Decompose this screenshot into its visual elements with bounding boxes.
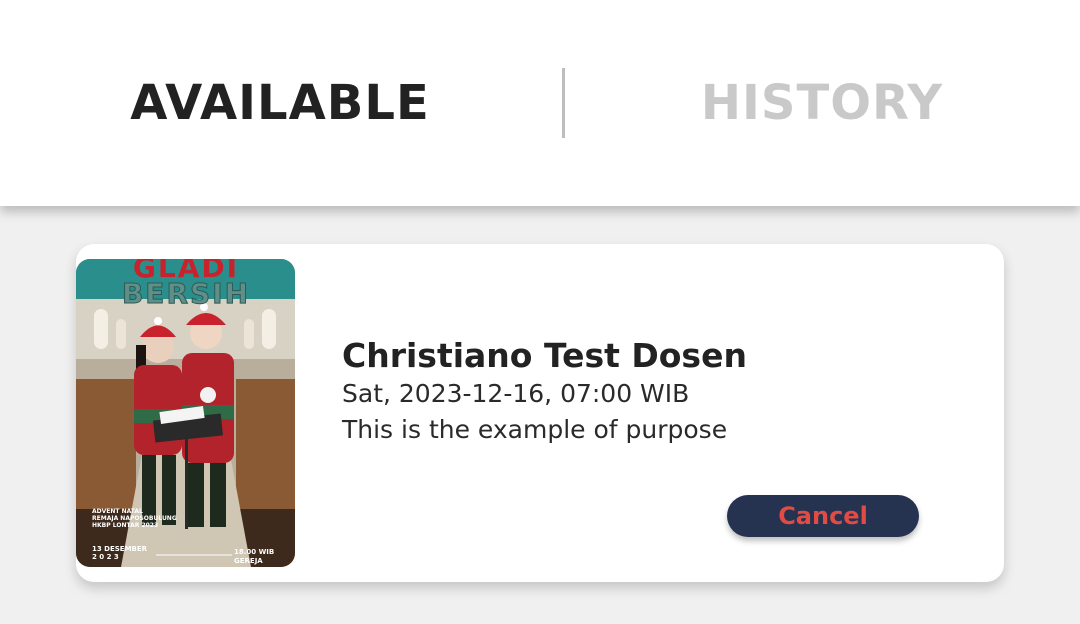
poster-time: 18.00 WIB <box>234 548 274 556</box>
tab-available[interactable]: AVAILABLE <box>80 68 480 138</box>
poster-date: 13 DESEMBER <box>92 545 148 553</box>
event-poster-image: GLADI BERSIH ADVENT NATAL REMAJA NAPOSOB… <box>76 259 295 567</box>
poster-event-line2: REMAJA NAPOSOBULUNG <box>92 515 177 522</box>
poster-year: 2 0 2 3 <box>92 553 119 561</box>
poster-place: GEREJA <box>234 557 263 565</box>
poster-art: GLADI BERSIH ADVENT NATAL REMAJA NAPOSOB… <box>76 259 295 567</box>
tab-divider <box>562 68 565 138</box>
tab-history[interactable]: HISTORY <box>622 68 1022 138</box>
booking-purpose: This is the example of purpose <box>342 415 728 444</box>
tab-bar: AVAILABLE HISTORY <box>0 0 1080 206</box>
booking-name: Christiano Test Dosen <box>342 336 747 375</box>
poster-event-line3: HKBP LONTAR 2023 <box>92 522 158 529</box>
poster-event-line1: ADVENT NATAL <box>92 508 143 515</box>
cancel-button[interactable]: Cancel <box>727 495 919 537</box>
booking-datetime: Sat, 2023-12-16, 07:00 WIB <box>342 379 690 408</box>
booking-info: Christiano Test Dosen Sat, 2023-12-16, 0… <box>342 336 902 448</box>
booking-card[interactable]: GLADI BERSIH ADVENT NATAL REMAJA NAPOSOB… <box>76 244 1004 582</box>
booking-list: GLADI BERSIH ADVENT NATAL REMAJA NAPOSOB… <box>0 206 1080 624</box>
poster-heading-bottom: BERSIH <box>122 277 250 310</box>
